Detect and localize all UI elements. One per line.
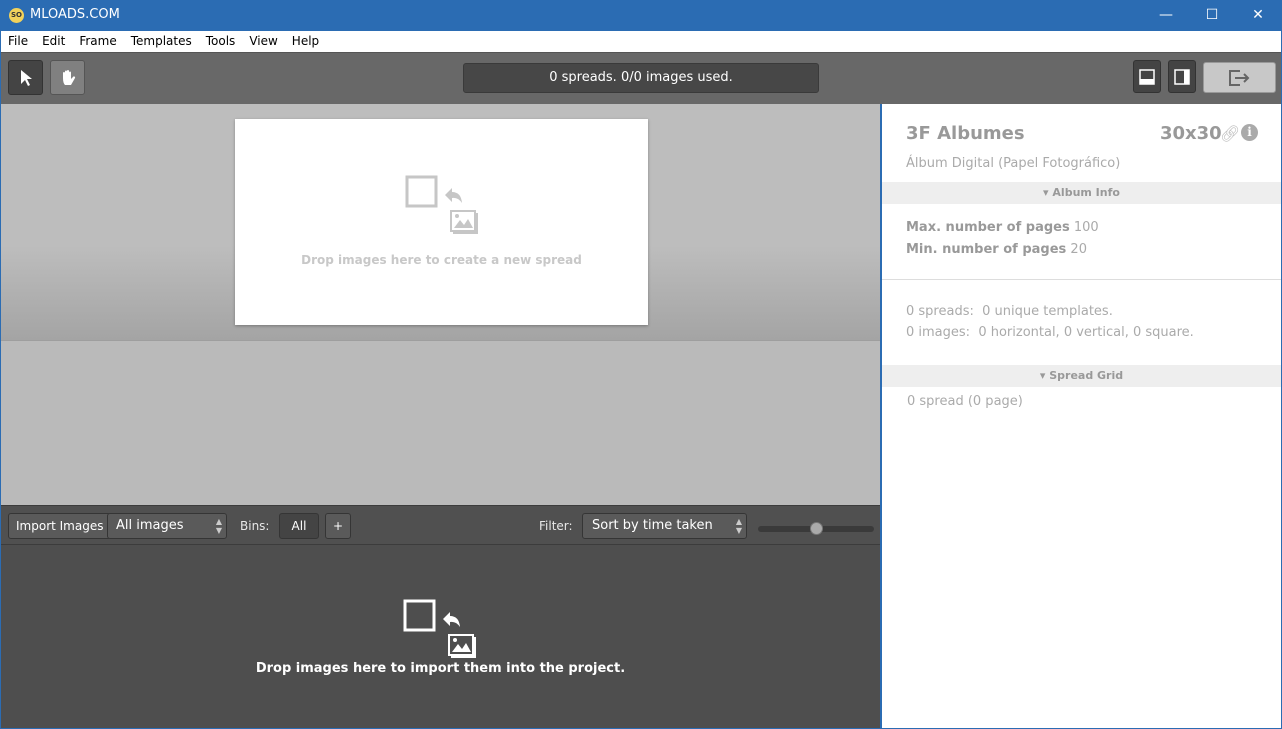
album-name: 3F Albumes (906, 123, 1025, 144)
collapse-icon: ▾ (1043, 186, 1053, 199)
title-bar: SO MLOADS.COM — ☐ ✕ (0, 0, 1282, 31)
pan-tool-button[interactable] (50, 60, 85, 95)
window-title: MLOADS.COM (30, 7, 120, 22)
app-logo: SO (9, 8, 24, 23)
menu-view[interactable]: View (242, 31, 284, 52)
max-pages-row: Max. number of pages 100 (906, 220, 1099, 235)
minimize-button[interactable]: — (1143, 0, 1189, 31)
image-import-dropzone[interactable]: Drop images here to import them into the… (1, 545, 880, 728)
min-pages-row: Min. number of pages 20 (906, 242, 1087, 257)
spread-grid-header[interactable]: ▾ Spread Grid (882, 365, 1281, 387)
album-info-panel: 3F Albumes 30x30 🔗︎ i Álbum Digital (Pap… (882, 104, 1281, 728)
maximize-button[interactable]: ☐ (1189, 0, 1235, 31)
new-spread-drop-target[interactable]: Drop images here to create a new spread (235, 119, 648, 325)
filter-label: Filter: (539, 519, 573, 533)
menu-templates[interactable]: Templates (124, 31, 199, 52)
images-summary: 0 images: 0 horizontal, 0 vertical, 0 sq… (906, 325, 1194, 340)
divider (882, 279, 1281, 280)
add-bin-button[interactable]: + (325, 513, 351, 539)
bottom-panel-icon (1139, 68, 1155, 85)
min-pages-value: 20 (1070, 242, 1087, 257)
drop-images-icon (405, 175, 478, 234)
menu-frame[interactable]: Frame (72, 31, 123, 52)
select-tool-button[interactable] (8, 60, 43, 95)
sort-value: Sort by time taken (592, 518, 713, 533)
toggle-side-panel-button[interactable] (1168, 60, 1196, 93)
slider-thumb[interactable] (810, 522, 823, 535)
project-status: 0 spreads. 0/0 images used. (463, 63, 819, 93)
menu-bar: File Edit Frame Templates Tools View Hel… (1, 31, 1281, 52)
image-source-select[interactable]: All images ▲ ▼ (107, 513, 227, 539)
album-info-title: Album Info (1052, 186, 1120, 199)
main-toolbar: 0 spreads. 0/0 images used. (1, 52, 1281, 104)
album-subtitle: Álbum Digital (Papel Fotográfico) (906, 156, 1121, 171)
max-pages-label: Max. number of pages (906, 220, 1070, 235)
link-icon[interactable]: 🔗︎ (1220, 124, 1240, 143)
import-images-button[interactable]: Import Images (8, 513, 112, 539)
export-button[interactable] (1203, 62, 1276, 93)
collapse-icon: ▾ (1039, 369, 1050, 382)
spinner-icon: ▲ ▼ (735, 517, 742, 535)
bin-all-button[interactable]: All (279, 513, 319, 539)
spread-grid-title: Spread Grid (1049, 369, 1124, 382)
drop-images-icon (403, 599, 476, 658)
pointer-icon (20, 69, 32, 86)
spread-canvas: Drop images here to create a new spread (1, 104, 880, 505)
menu-help[interactable]: Help (285, 31, 326, 52)
close-button[interactable]: ✕ (1235, 0, 1281, 31)
spread-strip: Drop images here to create a new spread (1, 104, 880, 341)
menu-edit[interactable]: Edit (35, 31, 72, 52)
info-icon[interactable]: i (1241, 124, 1258, 141)
bins-label: Bins: (240, 519, 270, 533)
image-source-value: All images (116, 518, 184, 533)
spinner-icon: ▲ ▼ (215, 517, 222, 535)
album-size: 30x30 (1160, 123, 1222, 144)
import-drop-message: Drop images here to import them into the… (255, 661, 626, 676)
album-info-header[interactable]: ▾ Album Info (882, 182, 1281, 204)
max-pages-value: 100 (1073, 220, 1099, 235)
spreads-summary: 0 spreads: 0 unique templates. (906, 304, 1113, 319)
spread-grid-summary: 0 spread (0 page) (907, 394, 1023, 409)
hand-icon (62, 69, 75, 85)
side-panel-icon (1174, 68, 1190, 85)
min-pages-label: Min. number of pages (906, 242, 1067, 257)
toggle-bottom-panel-button[interactable] (1133, 60, 1161, 93)
spread-drop-message: Drop images here to create a new spread (301, 253, 582, 267)
menu-file[interactable]: File (1, 31, 35, 52)
thumbnail-size-slider[interactable] (758, 522, 874, 535)
menu-tools[interactable]: Tools (199, 31, 243, 52)
export-icon (1228, 69, 1249, 86)
sort-select[interactable]: Sort by time taken ▲ ▼ (582, 513, 747, 539)
image-bin-toolbar: Import Images All images ▲ ▼ Bins: All + … (1, 505, 880, 545)
